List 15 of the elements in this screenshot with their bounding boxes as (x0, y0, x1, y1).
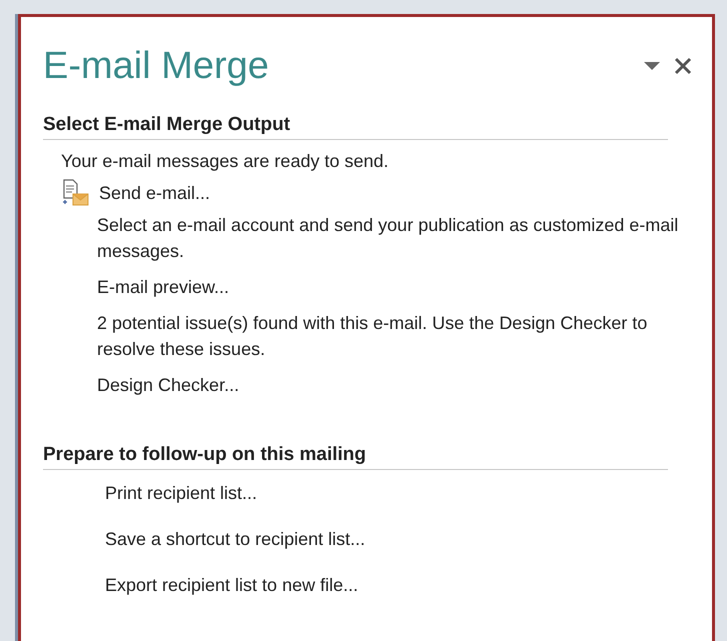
status-text: Your e-mail messages are ready to send. (61, 150, 390, 173)
document-envelope-icon (61, 178, 91, 208)
link[interactable]: Design Checker... (97, 372, 240, 398)
pane-title: E-mail Merge (43, 45, 269, 88)
link[interactable]: E-mail preview... (97, 274, 230, 300)
section-heading: Select E-mail Merge Output (43, 114, 668, 140)
link[interactable]: Print recipient list... (105, 480, 258, 506)
link[interactable]: Send e-mail... (99, 180, 210, 206)
section-heading: Prepare to follow-up on this mailing (43, 444, 668, 470)
link[interactable]: Save a shortcut to recipient list... (105, 526, 366, 552)
dropdown-button[interactable] (644, 61, 660, 71)
description-text: Select an e-mail account and send your publication as customized e-mail messages. (97, 214, 680, 263)
description-text: 2 potential issue(s) found with this e-mail. Use the Design Checker to resolve these issues. (97, 312, 648, 361)
link[interactable]: Export recipient list to new file... (105, 572, 358, 598)
close-button[interactable] (674, 57, 692, 75)
